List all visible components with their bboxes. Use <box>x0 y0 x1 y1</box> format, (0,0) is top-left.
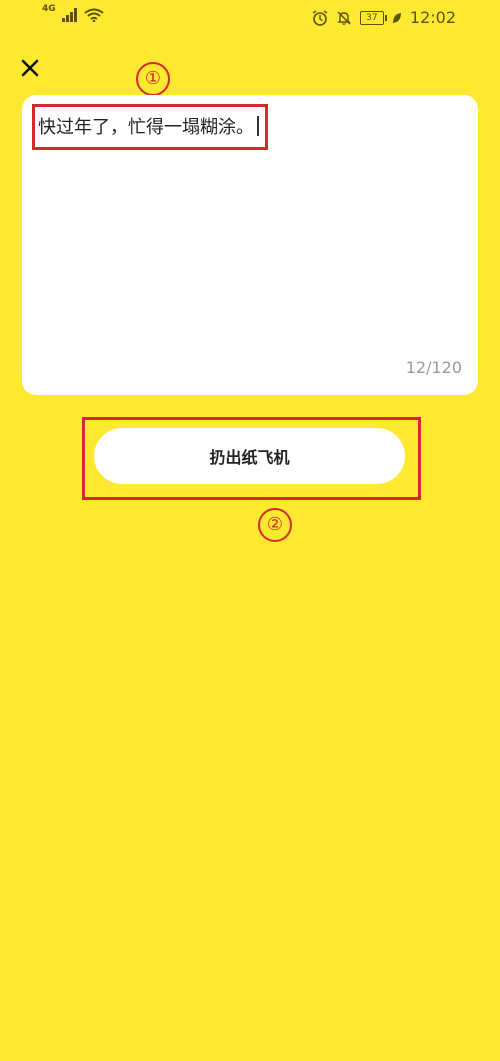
annotation-marker-2: ② <box>258 508 292 542</box>
alarm-icon <box>312 9 328 26</box>
status-right: 37 12:02 <box>312 8 456 27</box>
signal-icon <box>61 8 77 22</box>
network-type: 4G <box>42 4 56 14</box>
character-count: 12/120 <box>405 358 462 377</box>
annotation-highlight-2 <box>82 417 421 500</box>
wifi-icon <box>84 8 104 22</box>
clock: 12:02 <box>409 8 456 27</box>
close-icon <box>21 59 39 77</box>
annotation-highlight-1 <box>32 104 268 150</box>
status-left: 4G <box>42 4 104 22</box>
status-bar: 4G 37 12:02 <box>0 0 500 36</box>
battery-indicator: 37 <box>359 10 387 25</box>
close-button[interactable] <box>14 52 46 84</box>
bell-off-icon <box>337 10 351 25</box>
leaf-icon <box>392 12 401 23</box>
annotation-marker-1: ① <box>136 62 170 96</box>
